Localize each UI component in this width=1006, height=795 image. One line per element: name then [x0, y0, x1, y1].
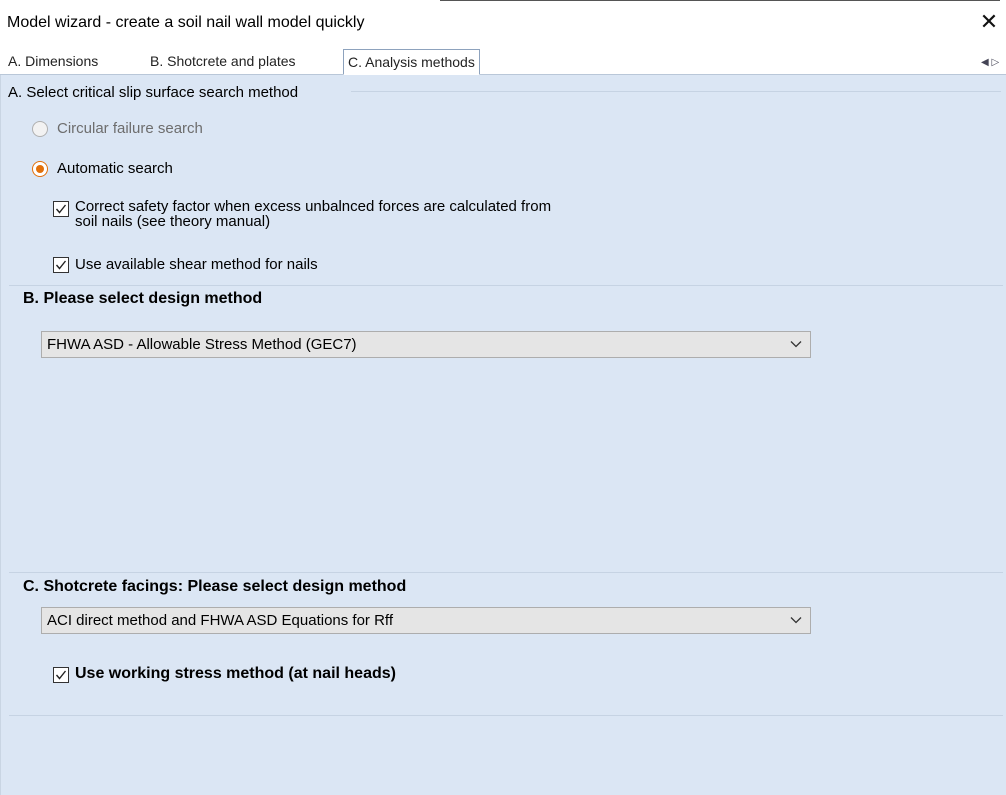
design-method-dropdown[interactable]: FHWA ASD - Allowable Stress Method (GEC7… — [41, 331, 811, 358]
radio-automatic-indicator[interactable] — [32, 160, 48, 177]
checkbox-available-shear-box[interactable] — [53, 257, 69, 273]
tab-analysis-methods[interactable]: C. Analysis methods — [343, 49, 480, 75]
checkbox-working-stress-box[interactable] — [53, 667, 69, 683]
checkmark-icon — [55, 670, 67, 680]
checkbox-working-stress-label: Use working stress method (at nail heads… — [75, 665, 396, 682]
radio-automatic-search[interactable]: Automatic search — [32, 160, 173, 177]
radio-circular-label: Circular failure search — [57, 120, 203, 137]
chevron-down-icon — [790, 617, 802, 624]
analysis-methods-panel: A. Select critical slip surface search m… — [0, 75, 1006, 795]
chevron-down-icon — [790, 341, 802, 348]
section-b-title: B. Please select design method — [23, 290, 263, 307]
checkbox-available-shear-method[interactable]: Use available shear method for nails — [53, 255, 318, 273]
design-method-value: FHWA ASD - Allowable Stress Method (GEC7… — [47, 336, 357, 353]
tab-dimensions[interactable]: A. Dimensions — [4, 51, 102, 73]
tab-shotcrete-and-plates[interactable]: B. Shotcrete and plates — [146, 51, 300, 73]
section-b-divider — [9, 285, 1003, 286]
radio-circular-failure-search[interactable]: Circular failure search — [32, 120, 203, 137]
section-c-bottom-divider — [9, 715, 1003, 716]
checkbox-correct-safety-factor-label: Correct safety factor when excess unbaln… — [75, 199, 551, 229]
window-title: Model wizard - create a soil nail wall m… — [7, 14, 365, 31]
section-a-title: A. Select critical slip surface search m… — [8, 84, 299, 101]
checkbox-correct-safety-factor-line2: soil nails (see theory manual) — [75, 213, 271, 230]
radio-automatic-label: Automatic search — [57, 160, 173, 177]
close-icon[interactable]: ✕ — [978, 11, 1000, 33]
checkbox-correct-safety-factor[interactable]: Correct safety factor when excess unbaln… — [53, 199, 551, 229]
background-window-edge — [440, 0, 1000, 4]
shotcrete-design-method-value: ACI direct method and FHWA ASD Equations… — [47, 612, 393, 629]
section-a-divider — [351, 91, 1001, 92]
tab-scroll-left-icon[interactable]: ◀ ▷ — [981, 57, 999, 68]
section-c-divider — [9, 572, 1003, 573]
checkbox-correct-safety-factor-box[interactable] — [53, 201, 69, 217]
checkbox-available-shear-label: Use available shear method for nails — [75, 256, 318, 273]
shotcrete-design-method-dropdown[interactable]: ACI direct method and FHWA ASD Equations… — [41, 607, 811, 634]
tab-strip: A. Dimensions B. Shotcrete and plates C.… — [0, 44, 1006, 75]
checkmark-icon — [55, 260, 67, 270]
section-c-title: C. Shotcrete facings: Please select desi… — [23, 578, 407, 595]
checkmark-icon — [55, 204, 67, 214]
checkbox-working-stress-method[interactable]: Use working stress method (at nail heads… — [53, 665, 396, 683]
radio-circular-indicator[interactable] — [32, 120, 48, 137]
title-bar: Model wizard - create a soil nail wall m… — [0, 0, 1006, 44]
